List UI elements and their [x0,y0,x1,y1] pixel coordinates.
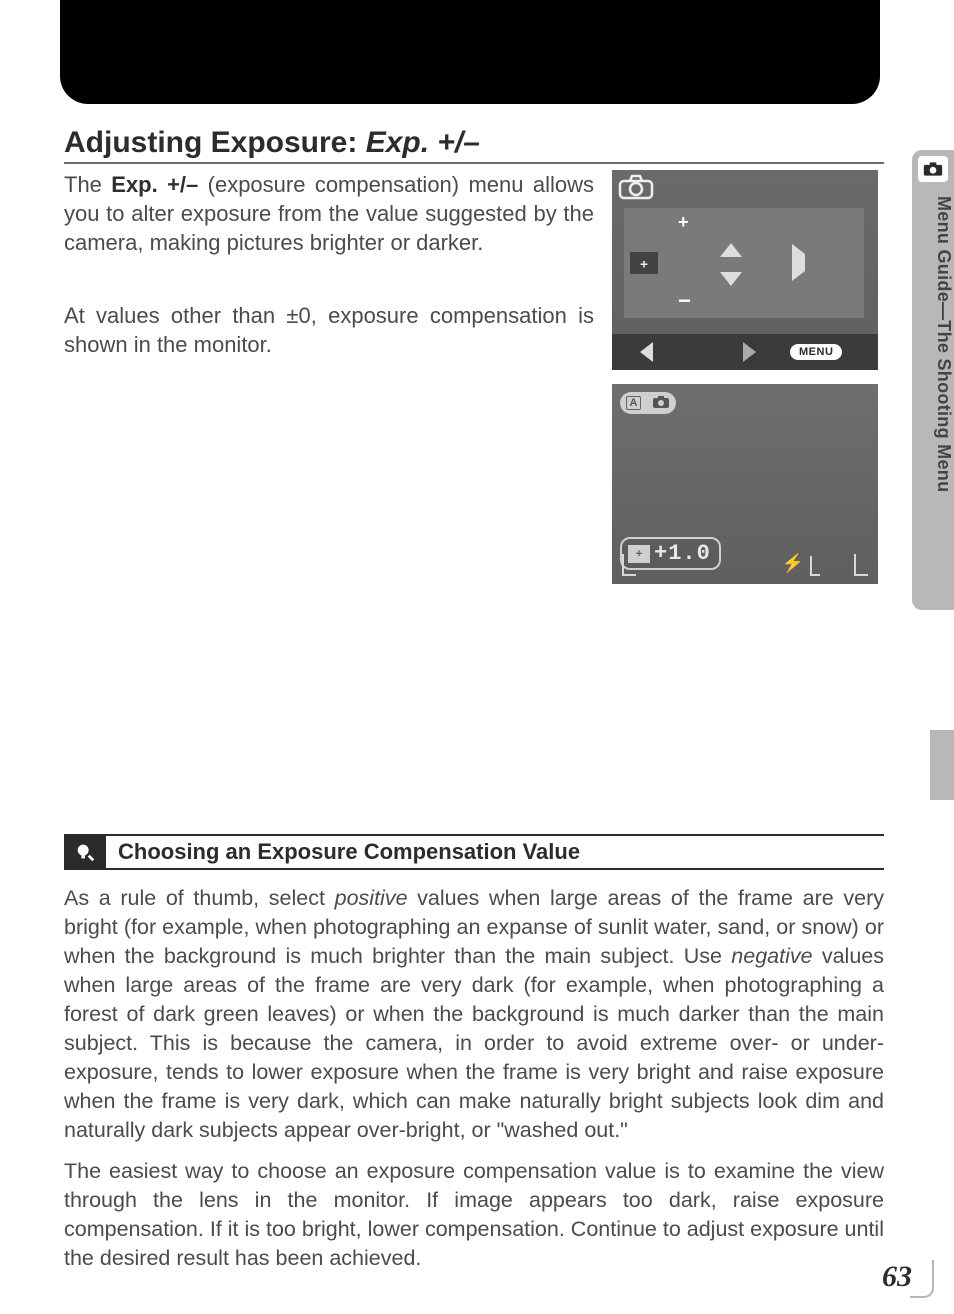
menu-screenshot: + − ⧾ MENU [612,170,878,370]
heading-em: Exp. +/– [366,126,480,159]
camera-outline-icon [618,174,654,205]
monitor-screenshot: A ⧾ +1.0 ⚡ [612,384,878,584]
tip-title: Choosing an Exposure Compensation Value [106,836,884,868]
tip-paragraph-1: As a rule of thumb, select positive valu… [64,884,884,1145]
plus-label: + [678,212,689,233]
down-arrow-icon [720,286,742,304]
exposure-adjust-panel: + − ⧾ [624,208,864,318]
back-arrow-icon [640,342,653,362]
focus-brackets [622,546,868,580]
forward-arrow-icon [743,342,756,362]
section-heading: Adjusting Exposure: Exp. +/– [64,126,884,164]
tip-icon-badge [64,836,106,868]
lightbulb-icon [74,841,96,863]
tip-paragraph-2: The easiest way to choose an exposure co… [64,1157,884,1273]
page-number: 63 [882,1260,912,1294]
right-bracket-icon [854,554,868,576]
menu-footer-bar: MENU [612,334,878,370]
menu-button-label: MENU [790,344,842,360]
flash-bracket-icon [810,556,820,576]
tip-header: Choosing an Exposure Compensation Value [64,834,884,870]
heading-plain: Adjusting Exposure: [64,126,366,159]
page-header-black-band [60,0,880,104]
exposure-comp-icon: ⧾ [630,252,658,274]
side-tab-label: Menu Guide—The Shooting Menu [912,194,954,602]
right-arrow-icon [792,254,805,272]
left-bracket-icon [622,554,636,576]
page-corner-ornament [910,1260,934,1298]
tip-callout: Choosing an Exposure Compensation Value … [64,834,884,1273]
camera-icon [923,161,943,177]
page-content: Adjusting Exposure: Exp. +/– The Exp. +/… [64,126,884,1285]
section-side-tab: Menu Guide—The Shooting Menu [912,150,954,610]
side-thumb-nub [930,730,954,800]
minus-label: − [678,288,691,314]
camera-mode-icon [652,395,670,412]
monitor-note-paragraph: At values other than ±0, exposure compen… [64,301,594,359]
mode-pill: A [620,392,676,414]
camera-icon-badge [918,156,948,182]
intro-paragraph: The Exp. +/– (exposure compensation) men… [64,170,594,257]
up-arrow-icon [720,226,742,244]
mode-letter: A [626,396,642,410]
